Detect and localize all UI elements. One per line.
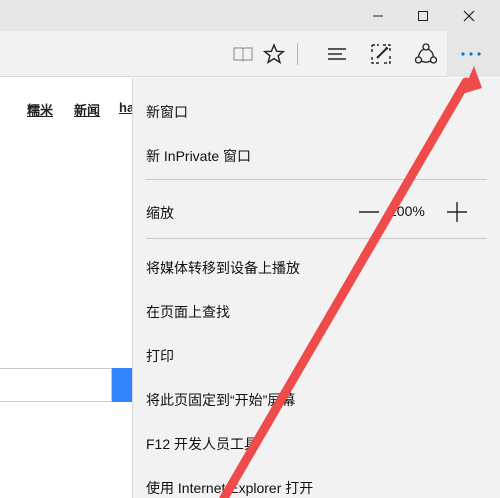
share-icon [414,43,438,64]
menu-item-cast-media[interactable]: 将媒体转移到设备上播放 [146,258,300,278]
web-note-button[interactable] [366,39,396,69]
nav-link-nuomi[interactable]: 糯米 [27,100,53,119]
nav-link-news[interactable]: 新闻 [74,100,100,119]
zoom-out-button[interactable] [359,202,379,222]
share-button[interactable] [411,39,441,69]
favorite-button[interactable] [259,39,289,69]
more-button[interactable] [456,39,486,69]
maximize-icon [418,10,428,21]
minimize-icon [373,15,383,16]
menu-divider [146,179,487,180]
menu-item-find-on-page[interactable]: 在页面上查找 [146,302,230,322]
menu-item-print[interactable]: 打印 [146,346,174,366]
zoom-label: 缩放 [146,205,174,221]
web-note-icon [371,44,391,64]
close-button[interactable] [446,0,492,31]
plus-icon [447,202,467,222]
menu-item-open-with-ie[interactable]: 使用 Internet Explorer 打开 [146,478,313,498]
menu-item-new-inprivate-window[interactable]: 新 InPrivate 窗口 [146,146,251,166]
search-button[interactable] [112,368,134,402]
more-icon [461,52,481,56]
minimize-button[interactable] [355,0,401,31]
zoom-level: 100% [389,203,425,219]
search-input[interactable] [0,368,112,402]
menu-item-f12-developer-tools[interactable]: F12 开发人员工具 [146,434,258,454]
toolbar-separator [297,43,298,65]
title-bar [0,0,500,31]
hub-button[interactable] [322,39,352,69]
minus-icon [359,211,379,213]
browser-toolbar [0,31,500,77]
menu-item-new-window[interactable]: 新窗口 [146,102,188,122]
maximize-button[interactable] [400,0,446,31]
hub-icon [328,48,346,60]
reading-view-icon [233,47,253,62]
favorite-star-icon [263,43,285,64]
menu-divider [146,238,487,239]
zoom-in-button[interactable] [447,202,467,222]
more-actions-menu: 新窗口 新 InPrivate 窗口 缩放 100% 将媒体转移到设备上播放 在… [132,78,500,498]
menu-item-pin-to-start[interactable]: 将此页固定到“开始”屏幕 [146,390,295,410]
reading-view-button[interactable] [228,39,258,69]
close-icon [463,10,475,21]
